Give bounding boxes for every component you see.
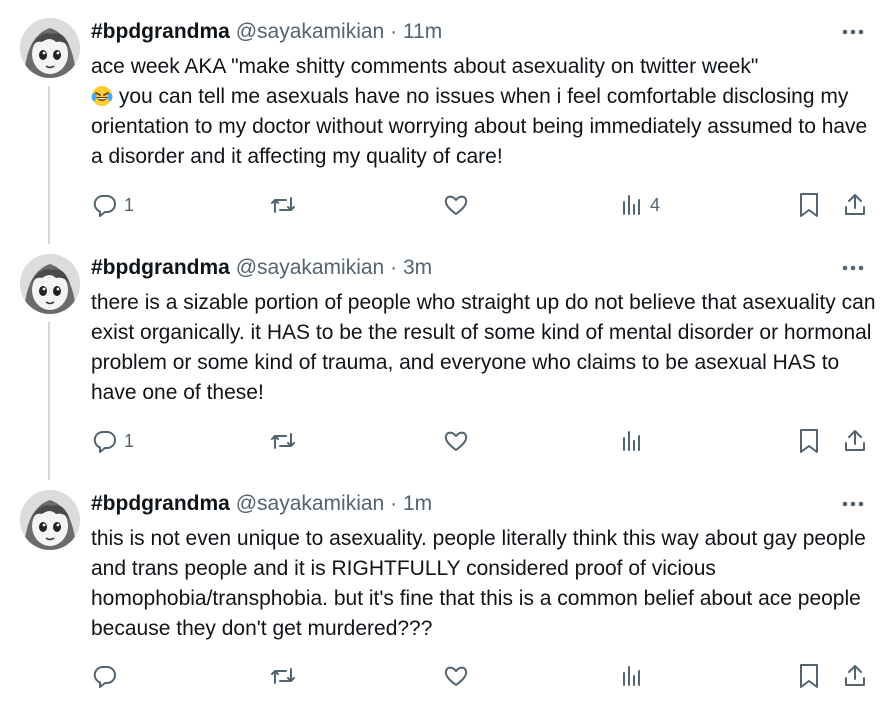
share-button[interactable] xyxy=(843,661,867,691)
share-button[interactable] xyxy=(843,190,867,220)
retweet-icon xyxy=(271,197,295,213)
bookmark-button[interactable] xyxy=(797,661,821,691)
display-name[interactable]: #bpdgrandma xyxy=(91,256,230,279)
view-count: 4 xyxy=(650,194,661,215)
reply-button[interactable]: 1 xyxy=(92,426,134,456)
more-icon xyxy=(842,265,864,271)
tweet[interactable]: #bpdgrandma @sayakamikian · 11m ace week… xyxy=(0,18,894,238)
retweet-button[interactable] xyxy=(269,426,303,456)
avatar[interactable] xyxy=(20,490,80,550)
share-icon xyxy=(845,665,865,686)
timestamp[interactable]: 3m xyxy=(403,256,432,279)
separator-dot: · xyxy=(390,20,398,43)
user-handle[interactable]: @sayakamikian xyxy=(236,20,385,43)
user-handle[interactable]: @sayakamikian xyxy=(236,256,385,279)
avatar[interactable] xyxy=(20,254,80,314)
reply-icon xyxy=(93,430,116,453)
reply-button[interactable] xyxy=(92,661,124,691)
retweet-button[interactable] xyxy=(269,661,303,691)
share-button[interactable] xyxy=(843,426,867,456)
tweet-header: #bpdgrandma @sayakamikian · 3m xyxy=(91,254,432,282)
bookmark-icon xyxy=(800,664,818,688)
tweet-header: #bpdgrandma @sayakamikian · 11m xyxy=(91,18,442,46)
timestamp[interactable]: 11m xyxy=(403,20,442,43)
reply-count: 1 xyxy=(124,194,135,215)
share-icon xyxy=(845,430,865,451)
bookmark-icon xyxy=(800,429,818,453)
views-button[interactable]: 4 xyxy=(620,190,660,220)
retweet-icon xyxy=(271,668,295,684)
tweet-text: there is a sizable portion of people who… xyxy=(91,291,882,404)
like-icon xyxy=(444,431,468,451)
tweet-text-part: ace week AKA "make shitty comments about… xyxy=(91,55,759,78)
avatar[interactable] xyxy=(20,18,80,78)
views-icon xyxy=(623,195,640,215)
bookmark-button[interactable] xyxy=(797,426,821,456)
share-icon xyxy=(845,194,865,215)
views-icon xyxy=(623,666,640,686)
tweet-actions xyxy=(0,661,894,691)
reply-count: 1 xyxy=(124,430,135,451)
tweet-header: #bpdgrandma @sayakamikian · 1m xyxy=(91,490,432,518)
separator-dot: · xyxy=(390,256,398,279)
tweet-text: ace week AKA "make shitty comments about… xyxy=(91,52,876,172)
more-options-button[interactable] xyxy=(840,490,866,518)
display-name[interactable]: #bpdgrandma xyxy=(91,492,230,515)
reply-button[interactable]: 1 xyxy=(92,190,134,220)
display-name[interactable]: #bpdgrandma xyxy=(91,20,230,43)
like-button[interactable] xyxy=(443,661,475,691)
more-options-button[interactable] xyxy=(840,254,866,282)
views-button[interactable] xyxy=(620,661,650,691)
retweet-button[interactable] xyxy=(269,190,303,220)
views-icon xyxy=(623,431,640,451)
separator-dot: · xyxy=(390,492,398,515)
tweet-actions: 1 xyxy=(0,426,894,456)
more-options-button[interactable] xyxy=(840,18,866,46)
tweet-actions: 1 4 xyxy=(0,190,894,220)
tweet[interactable]: #bpdgrandma @sayakamikian · 3m there is … xyxy=(0,254,894,474)
bookmark-icon xyxy=(800,193,818,217)
tweet-text: this is not even unique to asexuality. p… xyxy=(91,527,872,640)
more-icon xyxy=(842,29,864,35)
more-icon xyxy=(842,501,864,507)
tweet-text-part: you can tell me asexuals have no issues … xyxy=(91,85,874,168)
like-icon xyxy=(444,666,468,686)
retweet-icon xyxy=(271,433,295,449)
timestamp[interactable]: 1m xyxy=(403,492,432,515)
user-handle[interactable]: @sayakamikian xyxy=(236,492,385,515)
reply-icon xyxy=(93,665,116,688)
like-button[interactable] xyxy=(443,426,475,456)
bookmark-button[interactable] xyxy=(797,190,821,220)
like-icon xyxy=(444,195,468,215)
laughing-crying-emoji-icon xyxy=(91,86,113,106)
views-button[interactable] xyxy=(620,426,650,456)
tweet[interactable]: #bpdgrandma @sayakamikian · 1m this is n… xyxy=(0,490,894,700)
like-button[interactable] xyxy=(443,190,475,220)
reply-icon xyxy=(93,194,116,217)
